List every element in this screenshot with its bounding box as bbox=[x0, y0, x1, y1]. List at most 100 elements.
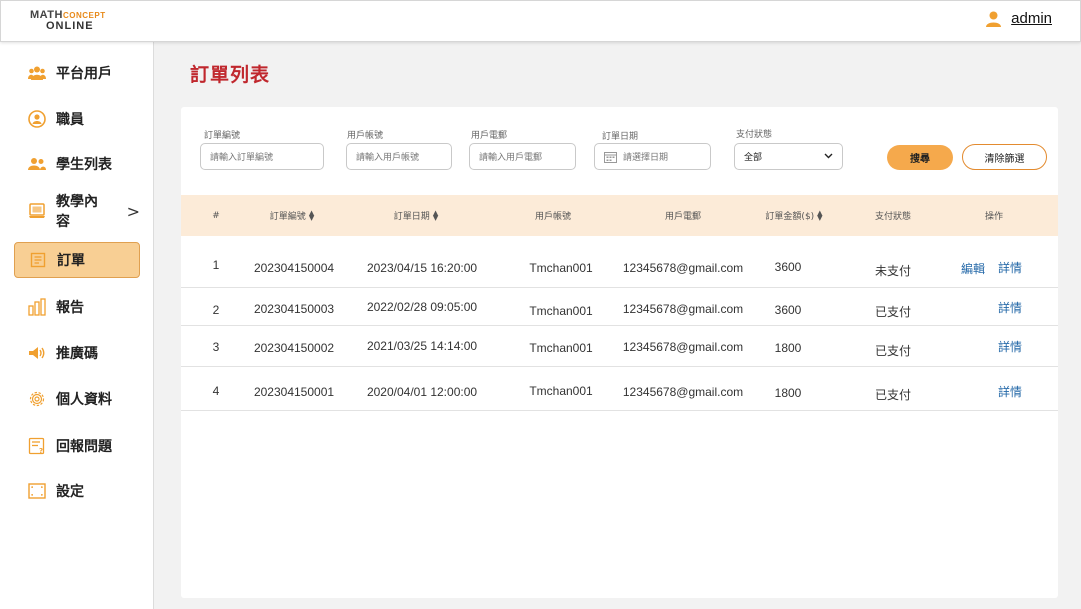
order-icon bbox=[29, 251, 47, 269]
orders-card: 訂單編號 請輸入訂單編號 用戶帳號 請輸入用戶帳號 用戶電郵 請輸入用戶電郵 訂… bbox=[181, 107, 1058, 598]
col-actions: 操作 bbox=[985, 195, 1003, 236]
chevron-down-icon bbox=[824, 152, 833, 162]
sidebar-item-orders[interactable]: 訂單 bbox=[14, 242, 140, 278]
sidebar-item-label: 推廣碼 bbox=[56, 346, 98, 362]
status-select-value: 全部 bbox=[744, 153, 763, 163]
detail-link[interactable]: 詳情 bbox=[998, 383, 1022, 400]
sort-icon[interactable]: ▲ ▼ bbox=[817, 209, 822, 221]
sidebar-item-profile[interactable]: 個人資料 bbox=[14, 381, 140, 417]
top-header: MATHCONCEPT ONLINE admin bbox=[0, 0, 1081, 42]
table-row: 3 202304150002 2021/03/25 14:14:00 Tmcha… bbox=[181, 326, 1058, 367]
col-status-label: 支付狀態 bbox=[874, 212, 912, 222]
sidebar-item-promo-code[interactable]: 推廣碼 bbox=[14, 335, 140, 371]
col-index-label: # bbox=[212, 210, 220, 221]
row-status: 已支付 bbox=[874, 305, 912, 319]
row-order-date: 2021/03/25 14:14:00 bbox=[366, 339, 478, 353]
sort-icon[interactable]: ▲ ▼ bbox=[309, 209, 314, 221]
row-account: Tmchan001 bbox=[529, 261, 593, 275]
sidebar-item-label: 報告 bbox=[56, 300, 84, 316]
col-order-date-label: 訂單日期 bbox=[393, 212, 430, 222]
row-order-no: 202304150002 bbox=[253, 341, 335, 355]
order-no-placeholder: 請輸入訂單編號 bbox=[210, 153, 274, 163]
page-title: 訂單列表 bbox=[190, 64, 271, 86]
sidebar-item-label: 教學內容 bbox=[56, 194, 98, 230]
sidebar-item-reports[interactable]: 報告 bbox=[14, 289, 140, 325]
status-select[interactable]: 全部 bbox=[734, 143, 843, 170]
col-index: # bbox=[212, 195, 220, 236]
detail-link[interactable]: 詳情 bbox=[998, 338, 1022, 355]
col-email: 用戶電郵 bbox=[665, 195, 701, 236]
col-email-label: 用戶電郵 bbox=[664, 212, 702, 222]
order-no-input[interactable]: 請輸入訂單編號 bbox=[200, 143, 324, 170]
row-status: 已支付 bbox=[874, 344, 912, 358]
row-email: 12345678@gmail.com bbox=[622, 261, 744, 275]
col-order-no-label: 訂單編號 bbox=[269, 212, 306, 222]
col-order-date[interactable]: 訂單日期 ▲ ▼ bbox=[394, 195, 438, 236]
logo[interactable]: MATHCONCEPT ONLINE bbox=[30, 10, 106, 32]
row-amount: 3600 bbox=[774, 260, 802, 274]
date-picker[interactable]: 請選擇日期 bbox=[594, 143, 711, 170]
clear-filter-button[interactable]: 清除篩選 bbox=[962, 144, 1047, 170]
sort-icon[interactable]: ▲ ▼ bbox=[433, 209, 438, 221]
students-icon bbox=[28, 155, 46, 173]
sidebar-item-label: 回報問題 bbox=[56, 439, 112, 455]
user-name[interactable]: admin bbox=[1011, 10, 1052, 27]
col-amount[interactable]: 訂單金額($) ▲ ▼ bbox=[765, 195, 822, 236]
report-issue-icon: ? bbox=[28, 437, 46, 455]
col-actions-label: 操作 bbox=[984, 212, 1004, 222]
account-label: 用戶帳號 bbox=[347, 131, 384, 141]
sidebar-item-settings[interactable]: 設定 bbox=[14, 473, 140, 509]
account-placeholder: 請輸入用戶帳號 bbox=[356, 153, 420, 163]
sidebar-item-teaching-content[interactable]: 教學內容 > bbox=[14, 193, 140, 230]
svg-text:?: ? bbox=[39, 447, 43, 455]
row-account: Tmchan001 bbox=[529, 384, 593, 398]
row-email: 12345678@gmail.com bbox=[622, 340, 744, 354]
row-amount: 1800 bbox=[774, 341, 802, 355]
book-icon bbox=[28, 202, 46, 220]
row-order-date: 2023/04/15 16:20:00 bbox=[366, 261, 478, 275]
search-button[interactable]: 搜尋 bbox=[887, 145, 953, 170]
settings-icon bbox=[28, 482, 46, 500]
date-placeholder: 請選擇日期 bbox=[623, 153, 669, 163]
user-menu[interactable]: admin bbox=[986, 10, 1052, 27]
megaphone-icon bbox=[28, 344, 46, 362]
row-order-date: 2020/04/01 12:00:00 bbox=[366, 385, 478, 399]
detail-link[interactable]: 詳情 bbox=[998, 299, 1022, 316]
table-row: 1 202304150004 2023/04/15 16:20:00 Tmcha… bbox=[181, 236, 1058, 288]
sidebar-item-label: 平台用戶 bbox=[56, 66, 112, 82]
sidebar-item-label: 職員 bbox=[56, 112, 84, 128]
logo-text-concept: CONCEPT bbox=[62, 11, 106, 20]
sidebar-item-platform-users[interactable]: 平台用戶 bbox=[14, 55, 140, 91]
table-row: 2 202304150003 2022/02/28 09:05:00 Tmcha… bbox=[181, 288, 1058, 326]
sidebar-item-students[interactable]: 學生列表 bbox=[14, 146, 140, 182]
edit-link[interactable]: 編輯 bbox=[961, 260, 985, 277]
sidebar: 平台用戶 職員 學生列表 教學內容 > 訂單 報告 推廣碼 個人資料 ? 回報問… bbox=[0, 42, 154, 609]
detail-link[interactable]: 詳情 bbox=[998, 259, 1022, 276]
date-label: 訂單日期 bbox=[602, 132, 639, 142]
staff-icon bbox=[28, 110, 46, 128]
account-input[interactable]: 請輸入用戶帳號 bbox=[346, 143, 452, 170]
table-row: 4 202304150001 2020/04/01 12:00:00 Tmcha… bbox=[181, 367, 1058, 411]
calendar-icon bbox=[604, 151, 617, 163]
col-amount-label: 訂單金額($) bbox=[765, 212, 815, 222]
col-account-label: 用戶帳號 bbox=[534, 212, 572, 222]
chevron-right-icon[interactable]: > bbox=[127, 202, 140, 221]
gear-icon bbox=[28, 390, 46, 408]
row-amount: 1800 bbox=[774, 386, 802, 400]
email-label: 用戶電郵 bbox=[471, 131, 508, 141]
row-order-date: 2022/02/28 09:05:00 bbox=[366, 300, 478, 314]
email-placeholder: 請輸入用戶電郵 bbox=[479, 153, 543, 163]
email-input[interactable]: 請輸入用戶電郵 bbox=[469, 143, 576, 170]
col-order-no[interactable]: 訂單編號 ▲ ▼ bbox=[270, 195, 314, 236]
row-index: 3 bbox=[212, 340, 220, 354]
row-status: 已支付 bbox=[874, 388, 912, 402]
sidebar-item-report-issue[interactable]: ? 回報問題 bbox=[14, 428, 140, 464]
row-index: 1 bbox=[212, 258, 220, 272]
row-amount: 3600 bbox=[774, 303, 802, 317]
row-index: 4 bbox=[212, 384, 220, 398]
table-header: # 訂單編號 ▲ ▼ 訂單日期 ▲ ▼ 用戶帳號 用戶電郵 訂單金額($) ▲ ▼ 支付狀態… bbox=[181, 195, 1058, 236]
logo-text-online: ONLINE bbox=[46, 20, 94, 32]
row-order-no: 202304150001 bbox=[253, 385, 335, 399]
sidebar-item-staff[interactable]: 職員 bbox=[14, 101, 140, 137]
users-icon bbox=[28, 64, 46, 82]
